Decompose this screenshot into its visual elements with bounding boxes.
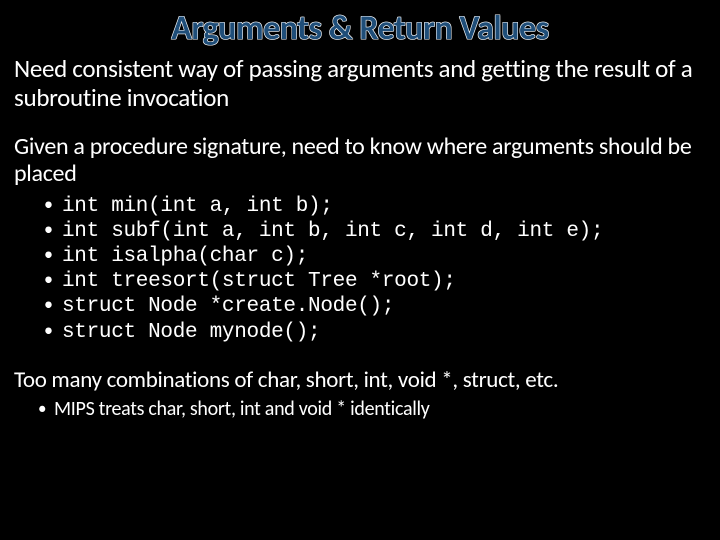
combinations-paragraph: Too many combinations of char, short, in… <box>14 367 706 393</box>
list-item: int isalpha(char c); <box>62 244 706 269</box>
mips-sublist: MIPS treats char, short, int and void * … <box>14 397 706 421</box>
slide-title: Arguments & Return Values <box>14 8 706 49</box>
slide-container: Arguments & Return Values Need consisten… <box>0 0 720 540</box>
signature-list: int min(int a, int b); int subf(int a, i… <box>14 194 706 345</box>
list-item: MIPS treats char, short, int and void * … <box>54 397 706 421</box>
list-item: struct Node *create.Node(); <box>62 294 706 319</box>
signature-intro: Given a procedure signature, need to kno… <box>14 133 706 188</box>
list-item: struct Node mynode(); <box>62 320 706 345</box>
list-item: int treesort(struct Tree *root); <box>62 269 706 294</box>
intro-paragraph: Need consistent way of passing arguments… <box>14 55 706 113</box>
list-item: int subf(int a, int b, int c, int d, int… <box>62 219 706 244</box>
list-item: int min(int a, int b); <box>62 194 706 219</box>
